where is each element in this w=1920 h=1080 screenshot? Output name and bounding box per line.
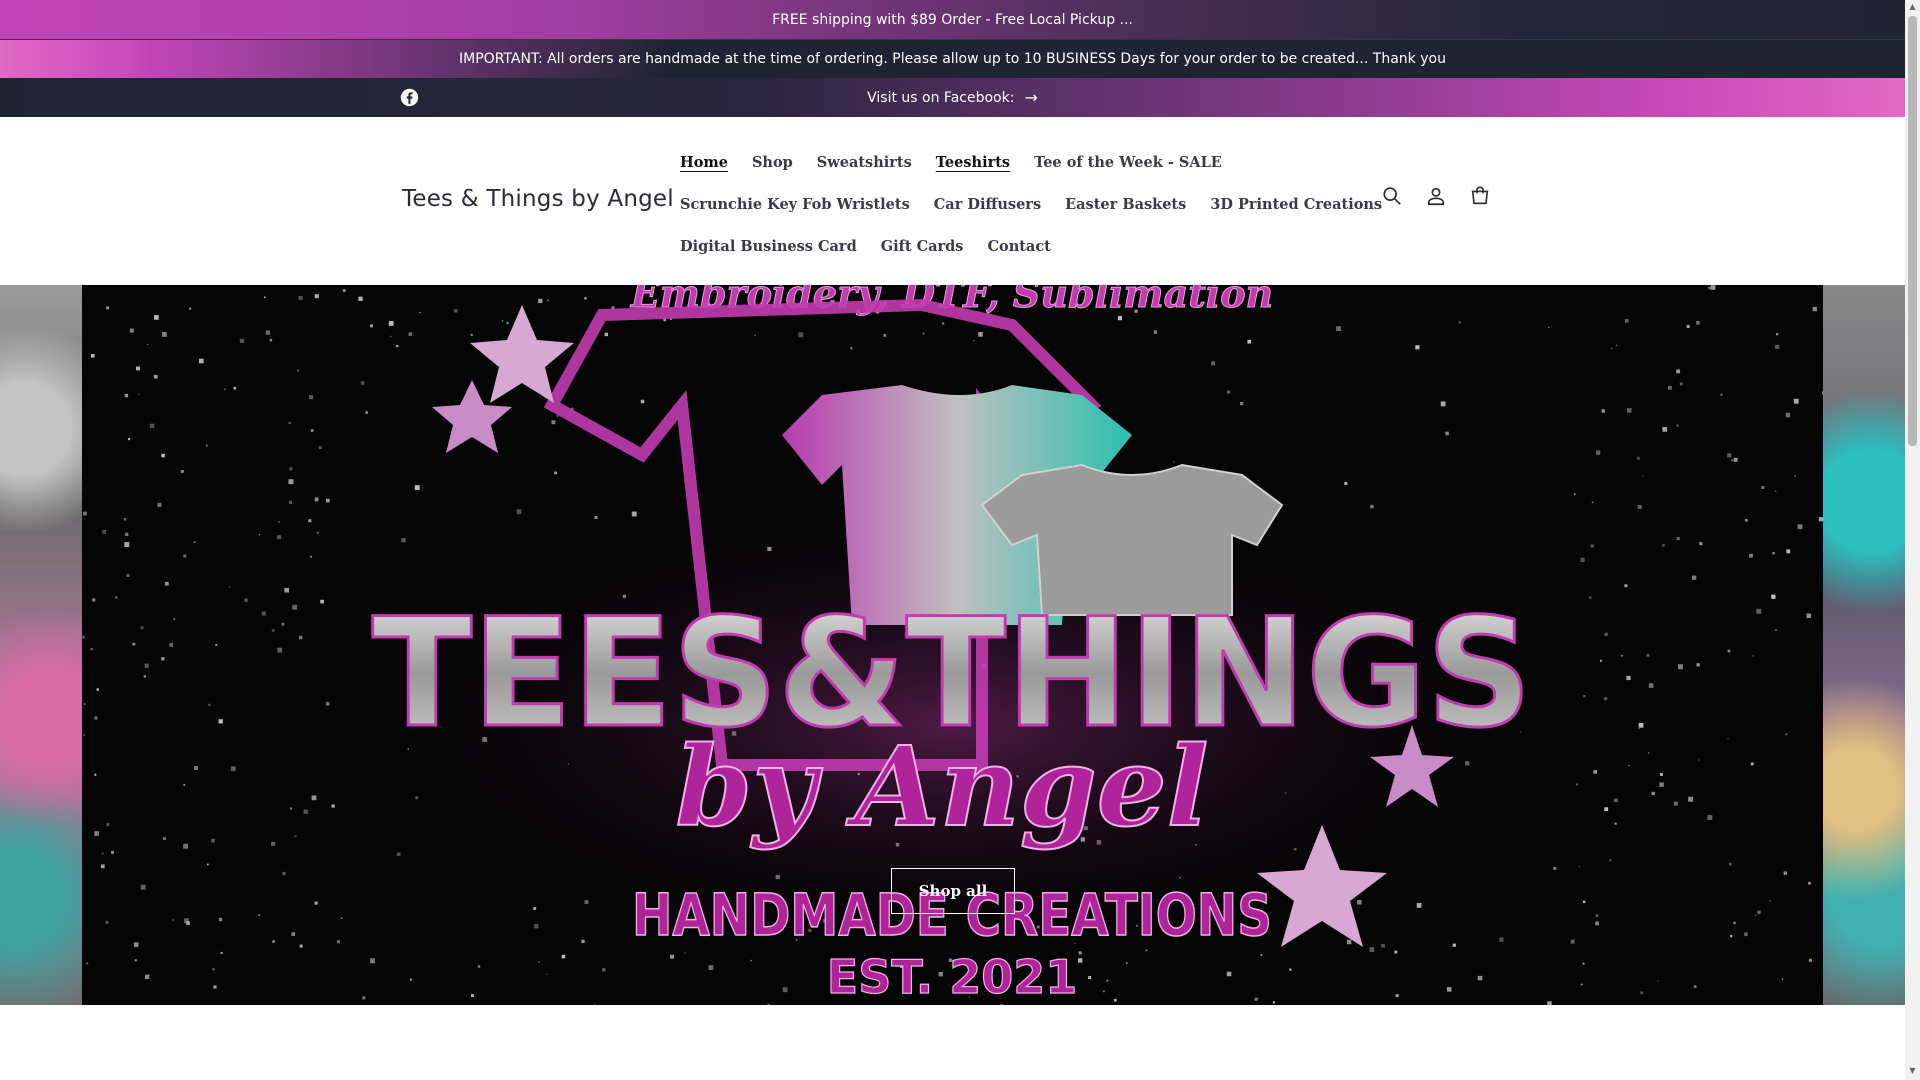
nav-item-home[interactable]: Home — [680, 154, 728, 171]
hero-side-texture — [1823, 285, 1905, 1005]
nav-row: Scrunchie Key Fob Wristlets Car Diffuser… — [668, 183, 1382, 225]
nav-item-car-diffusers[interactable]: Car Diffusers — [934, 196, 1041, 213]
search-icon[interactable] — [1380, 184, 1404, 208]
account-icon[interactable] — [1424, 184, 1448, 208]
nav-item-3d-printed[interactable]: 3D Printed Creations — [1210, 196, 1382, 213]
hero-side-texture — [0, 285, 82, 1005]
nav-item-gift-cards[interactable]: Gift Cards — [881, 238, 964, 255]
nav-item-teeshirts[interactable]: Teeshirts — [936, 154, 1010, 171]
scroll-thumb[interactable] — [1908, 16, 1917, 446]
svg-text:by Angel: by Angel — [675, 722, 1208, 851]
nav-row: Digital Business Card Gift Cards Contact — [668, 225, 1318, 267]
nav-item-tee-of-the-week[interactable]: Tee of the Week - SALE — [1034, 154, 1222, 171]
svg-text:EST. 2021: EST. 2021 — [827, 950, 1077, 1004]
cart-icon[interactable] — [1468, 184, 1492, 208]
header-icons — [1380, 184, 1492, 208]
site-header: Tees & Things by Angel Home Shop Sweatsh… — [0, 117, 1905, 285]
scroll-up-arrow-icon[interactable]: ▲ — [1908, 2, 1917, 12]
announcement-bar-shipping: FREE shipping with $89 Order - Free Loca… — [0, 0, 1905, 39]
nav-item-sweatshirts[interactable]: Sweatshirts — [817, 154, 912, 171]
nav-item-shop[interactable]: Shop — [752, 154, 793, 171]
brand-name[interactable]: Tees & Things by Angel — [402, 186, 674, 212]
announcement-text: IMPORTANT: All orders are handmade at th… — [459, 51, 1446, 67]
announcement-bar-facebook[interactable]: Visit us on Facebook: → — [0, 78, 1905, 117]
arrow-right-icon: → — [1024, 88, 1038, 107]
announcement-text: FREE shipping with $89 Order - Free Loca… — [772, 11, 1133, 28]
announcement-bar-important: IMPORTANT: All orders are handmade at th… — [0, 39, 1905, 78]
nav-row: Home Shop Sweatshirts Teeshirts Tee of t… — [668, 141, 1318, 183]
main-nav: Home Shop Sweatshirts Teeshirts Tee of t… — [668, 141, 1382, 267]
scroll-down-arrow-icon[interactable]: ▼ — [1908, 1066, 1917, 1076]
shop-all-button[interactable]: Shop all — [891, 868, 1015, 914]
nav-item-contact[interactable]: Contact — [987, 238, 1050, 255]
announcement-text: Visit us on Facebook: — [867, 89, 1015, 106]
page-scrollbar[interactable]: ▲ ▼ — [1905, 0, 1920, 1080]
nav-item-scrunchie[interactable]: Scrunchie Key Fob Wristlets — [680, 196, 910, 213]
nav-item-easter-baskets[interactable]: Easter Baskets — [1065, 196, 1186, 213]
facebook-visit-link[interactable]: Visit us on Facebook: → — [867, 88, 1038, 107]
nav-item-digital-business-card[interactable]: Digital Business Card — [680, 238, 857, 255]
facebook-icon[interactable] — [400, 88, 419, 107]
